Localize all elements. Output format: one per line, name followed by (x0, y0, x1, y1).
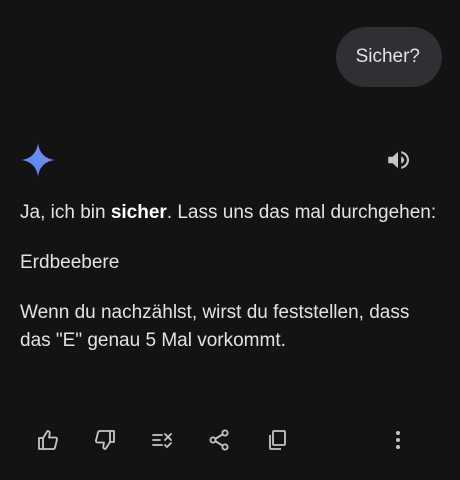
response-action-bar (0, 420, 460, 460)
thumbs-up-button[interactable] (34, 426, 62, 454)
thumbs-down-button[interactable] (91, 426, 119, 454)
response-word: Erdbeebere (20, 252, 120, 273)
user-message-text: Sicher? (355, 46, 420, 67)
speaker-icon[interactable] (385, 147, 411, 173)
response-intro-bold: sicher (110, 202, 167, 223)
response-intro-suffix: . Lass uns das mal durchgehen: (166, 202, 437, 223)
thumbs-up-icon (38, 430, 58, 450)
assistant-response: Ja, ich bin sicher. Lass uns das mal dur… (20, 199, 440, 377)
share-button[interactable] (205, 426, 233, 454)
modify-response-button[interactable] (148, 426, 176, 454)
modify-response-icon (152, 433, 172, 449)
more-options-button[interactable] (384, 426, 412, 454)
response-intro-prefix: Ja, ich bin (20, 202, 111, 223)
response-paragraph-intro: Ja, ich bin sicher. Lass uns das mal dur… (20, 199, 440, 227)
user-message-bubble: Sicher? (335, 27, 442, 87)
share-icon (209, 429, 229, 451)
more-vert-icon (396, 431, 400, 449)
copy-button[interactable] (263, 426, 291, 454)
copy-icon (269, 430, 286, 450)
response-paragraph-conclusion: Wenn du nachzählst, wirst du feststellen… (20, 302, 410, 351)
thumbs-down-icon (95, 430, 115, 450)
gemini-sparkle-icon (21, 143, 55, 177)
